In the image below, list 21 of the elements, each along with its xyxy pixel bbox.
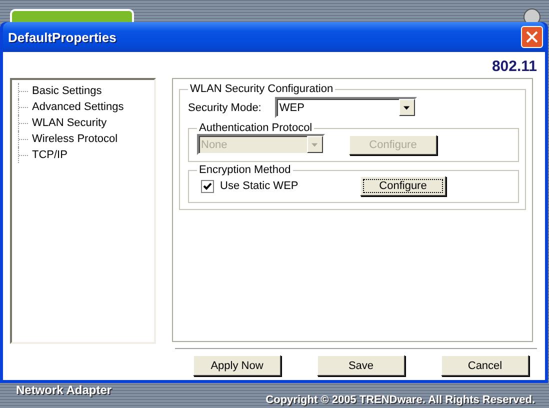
dialog-button[interactable]: Apply Now	[193, 355, 281, 376]
dialog-button[interactable]: Cancel	[441, 355, 529, 376]
checkbox[interactable]	[201, 180, 214, 192]
window-title: DefaultProperties	[8, 30, 116, 44]
dialog-button[interactable]: Save	[317, 355, 405, 376]
checkbox-label: Use Static WEP	[220, 180, 300, 192]
copyright-text: Copyright © 2005 TRENDware. All Rights Reserved.	[266, 394, 535, 406]
group-title: Encryption Method	[198, 164, 292, 176]
security-mode-dropdown[interactable]: WEP	[275, 97, 418, 118]
close-button[interactable]	[521, 26, 543, 48]
footer-label: Network Adapter	[16, 383, 112, 397]
field-label: Security Mode:	[188, 102, 262, 114]
group-title: Authentication Protocol	[198, 122, 314, 134]
tree-item[interactable]: Advanced Settings	[31, 101, 125, 113]
group-title: WLAN Security Configuration	[189, 83, 334, 95]
tree-item[interactable]: Wireless Protocol	[31, 133, 119, 145]
tree-item[interactable]: TCP/IP	[31, 149, 68, 161]
standard-label: 802.11	[492, 58, 537, 77]
tree-item[interactable]: WLAN Security	[31, 117, 108, 129]
tree-item[interactable]: Basic Settings	[31, 85, 103, 97]
configure-button[interactable]: Configure	[360, 176, 446, 196]
